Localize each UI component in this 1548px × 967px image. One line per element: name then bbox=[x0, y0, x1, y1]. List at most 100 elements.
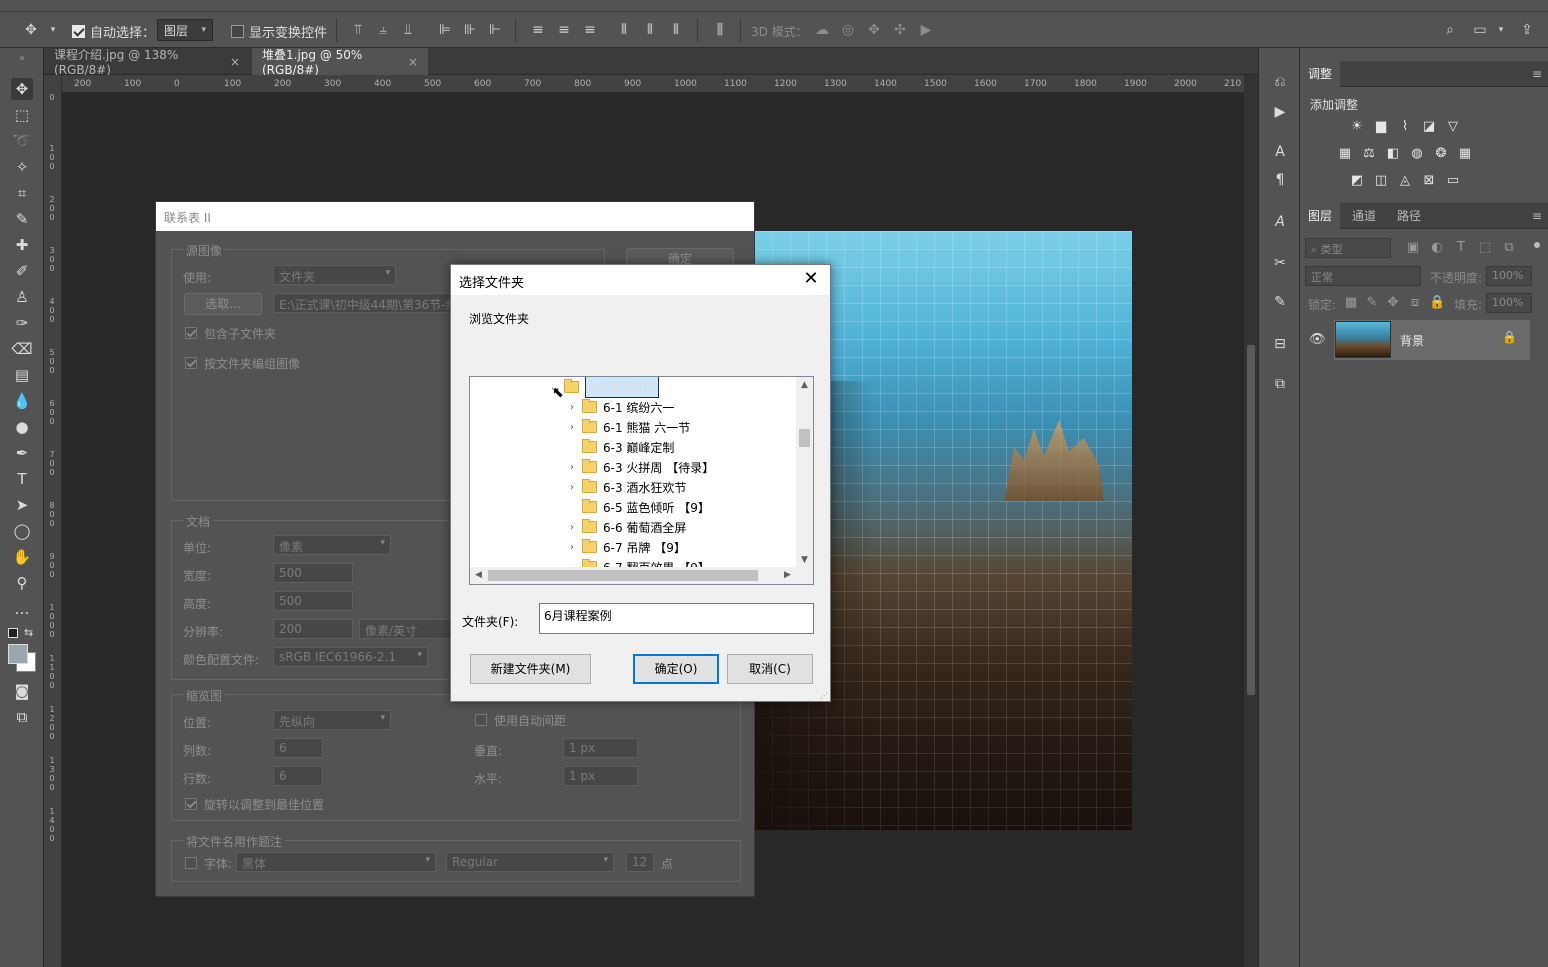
magic-wand-tool-icon[interactable]: ✧ bbox=[11, 156, 33, 178]
scrollbar-thumb[interactable] bbox=[488, 570, 758, 581]
tool-preset-chevron-icon[interactable]: ▾ bbox=[44, 21, 62, 39]
scrollbar-thumb[interactable] bbox=[1247, 345, 1255, 695]
tools-presets-icon[interactable]: ✂ bbox=[1270, 253, 1290, 273]
tree-item[interactable]: › 6-3 火拼周 【待录】 bbox=[470, 457, 798, 477]
new-folder-button[interactable]: 新建文件夹(M) bbox=[470, 654, 591, 684]
workspace-icon[interactable]: ▭ bbox=[1471, 21, 1489, 39]
chevron-right-icon[interactable]: › bbox=[566, 462, 578, 473]
auto-spacing-checkbox[interactable] bbox=[475, 714, 487, 726]
scroll-right-icon[interactable]: ▶ bbox=[779, 567, 796, 584]
tab-paths[interactable]: 路径 bbox=[1389, 203, 1429, 229]
folder-input[interactable]: 6月课程案例 bbox=[539, 603, 814, 634]
panel-menu-icon[interactable]: ≡ bbox=[1532, 67, 1542, 81]
tree-item[interactable]: › 6-7 吊牌 【9】 bbox=[470, 537, 798, 557]
tree-item[interactable]: › 6-1 缤纷六一 bbox=[470, 397, 798, 417]
scroll-up-icon[interactable]: ▲ bbox=[796, 377, 813, 394]
brush-tool-icon[interactable]: ✐ bbox=[11, 260, 33, 282]
chevron-right-icon[interactable]: › bbox=[566, 422, 578, 433]
fill-field[interactable]: 100% bbox=[1486, 293, 1532, 313]
posterize-icon[interactable]: ◫ bbox=[1373, 173, 1389, 189]
filter-type-icon[interactable]: T bbox=[1453, 240, 1469, 256]
distribute-hcenter-icon[interactable]: ⦀ bbox=[641, 21, 659, 39]
align-hcenter-icon[interactable]: ⊪ bbox=[461, 21, 479, 39]
filter-pixel-icon[interactable]: ▣ bbox=[1405, 240, 1421, 256]
chevron-right-icon[interactable]: › bbox=[566, 402, 578, 413]
chevron-right-icon[interactable]: › bbox=[566, 482, 578, 493]
3d-panel-icon[interactable]: ⧉ bbox=[1270, 374, 1290, 394]
swap-colors-icon[interactable]: ⇆ bbox=[24, 626, 33, 639]
gradient-map-icon[interactable]: ▭ bbox=[1445, 173, 1461, 189]
cancel-button[interactable]: 取消(C) bbox=[727, 654, 813, 684]
tree-item[interactable]: › 6-1 熊猫 六一节 bbox=[470, 417, 798, 437]
font-select[interactable]: 黑体 ▾ bbox=[236, 852, 436, 872]
columns-field[interactable]: 6 bbox=[273, 738, 323, 758]
3d-orbit-icon[interactable]: ☁ bbox=[813, 21, 831, 39]
auto-select-checkbox[interactable]: 自动选择： bbox=[72, 22, 155, 41]
filter-adjustment-icon[interactable]: ◐ bbox=[1429, 240, 1445, 256]
unit-select[interactable]: 像素 ▾ bbox=[273, 535, 391, 555]
align-top-icon[interactable]: ⫪ bbox=[349, 21, 367, 39]
panel-menu-icon[interactable]: ≡ bbox=[1532, 209, 1542, 223]
include-subfolders-checkbox[interactable] bbox=[185, 327, 197, 339]
marquee-tool-icon[interactable]: ⬚ bbox=[11, 104, 33, 126]
color-balance-icon[interactable]: ⚖ bbox=[1361, 146, 1377, 162]
crop-tool-icon[interactable]: ⌗ bbox=[11, 182, 33, 204]
lock-all-icon[interactable]: 🔒 bbox=[1429, 295, 1445, 311]
blur-tool-icon[interactable]: 💧 bbox=[11, 390, 33, 412]
auto-select-check-icon[interactable] bbox=[72, 25, 85, 38]
resolution-field[interactable]: 200 bbox=[273, 619, 353, 639]
place-select[interactable]: 先纵向 ▾ bbox=[273, 710, 391, 730]
channel-mixer-icon[interactable]: ❂ bbox=[1433, 146, 1449, 162]
scrollbar-thumb[interactable] bbox=[799, 429, 810, 447]
tree-item[interactable]: 6-5 蓝色倾听 【9】 bbox=[470, 497, 798, 517]
glyphs-panel-icon[interactable]: A bbox=[1270, 212, 1290, 232]
use-select[interactable]: 文件夹 ▾ bbox=[273, 265, 396, 285]
ellipse-tool-icon[interactable]: ◯ bbox=[11, 520, 33, 542]
close-icon[interactable]: × bbox=[230, 55, 240, 69]
foreground-color-swatch[interactable] bbox=[8, 644, 28, 664]
workspace-chevron-icon[interactable]: ▾ bbox=[1492, 21, 1510, 39]
zoom-tool-icon[interactable]: ⚲ bbox=[11, 572, 33, 594]
tree-item[interactable]: ⌄ 6月课程案例 bbox=[470, 377, 798, 398]
brush-settings-icon[interactable]: ✎ bbox=[1270, 292, 1290, 312]
rows-field[interactable]: 6 bbox=[273, 766, 323, 786]
lock-position-icon[interactable]: ✥ bbox=[1385, 295, 1401, 311]
move-tool-icon[interactable]: ✥ bbox=[22, 21, 40, 39]
lock-image-icon[interactable]: ✎ bbox=[1364, 295, 1380, 311]
distribute-vcenter-icon[interactable]: ≡ bbox=[555, 21, 573, 39]
properties-panel-icon[interactable]: ⊟ bbox=[1270, 334, 1290, 354]
character-panel-icon[interactable]: A bbox=[1270, 142, 1290, 162]
show-transform-checkbox[interactable]: 显示变换控件 bbox=[231, 22, 327, 41]
eraser-tool-icon[interactable]: ⌫ bbox=[11, 338, 33, 360]
paragraph-panel-icon[interactable]: ¶ bbox=[1270, 170, 1290, 190]
hue-saturation-icon[interactable]: ▦ bbox=[1337, 146, 1353, 162]
vertical-field[interactable]: 1 px bbox=[563, 738, 638, 758]
3d-pan-icon[interactable]: ✥ bbox=[865, 21, 883, 39]
collapse-icon[interactable]: » bbox=[11, 48, 33, 70]
tree-hscrollbar[interactable]: ◀ ▶ bbox=[470, 567, 813, 584]
tab-adjustments[interactable]: 调整 bbox=[1300, 61, 1341, 87]
tab-channels[interactable]: 通道 bbox=[1344, 203, 1384, 229]
blend-mode-select[interactable]: 正常 bbox=[1305, 266, 1421, 286]
quick-mask-icon[interactable]: ◙ bbox=[11, 680, 33, 702]
tab-stack1[interactable]: 堆叠1.jpg @ 50%(RGB/8#) × bbox=[252, 48, 428, 77]
lock-artboard-icon[interactable]: ⧈ bbox=[1407, 295, 1423, 311]
share-icon[interactable]: ⇪ bbox=[1518, 21, 1536, 39]
align-right-icon[interactable]: ⊩ bbox=[486, 21, 504, 39]
move-tool-icon[interactable]: ✥ bbox=[11, 78, 33, 100]
threshold-icon[interactable]: ◬ bbox=[1397, 173, 1413, 189]
caption-font-checkbox[interactable] bbox=[185, 857, 197, 869]
opacity-field[interactable]: 100% bbox=[1486, 266, 1532, 286]
invert-icon[interactable]: ◩ bbox=[1349, 173, 1365, 189]
folder-tree[interactable]: ⌄ 6月课程案例 › 6-1 缤纷六一 › 6-1 熊猫 六一节 6-3 巅峰定制 › 6-3 … bbox=[469, 376, 814, 585]
chevron-right-icon[interactable]: › bbox=[566, 522, 578, 533]
canvas-scrollbar[interactable] bbox=[1244, 75, 1258, 967]
lock-transparent-icon[interactable]: ▩ bbox=[1343, 295, 1359, 311]
history-panel-icon[interactable]: ⎌ bbox=[1270, 72, 1290, 92]
scroll-left-icon[interactable]: ◀ bbox=[470, 567, 487, 584]
gradient-tool-icon[interactable]: ▤ bbox=[11, 364, 33, 386]
tree-item[interactable]: 6-3 巅峰定制 bbox=[470, 437, 798, 457]
tab-layers[interactable]: 图层 bbox=[1300, 203, 1341, 229]
horizontal-field[interactable]: 1 px bbox=[563, 766, 638, 786]
exposure-icon[interactable]: ◪ bbox=[1421, 119, 1437, 135]
